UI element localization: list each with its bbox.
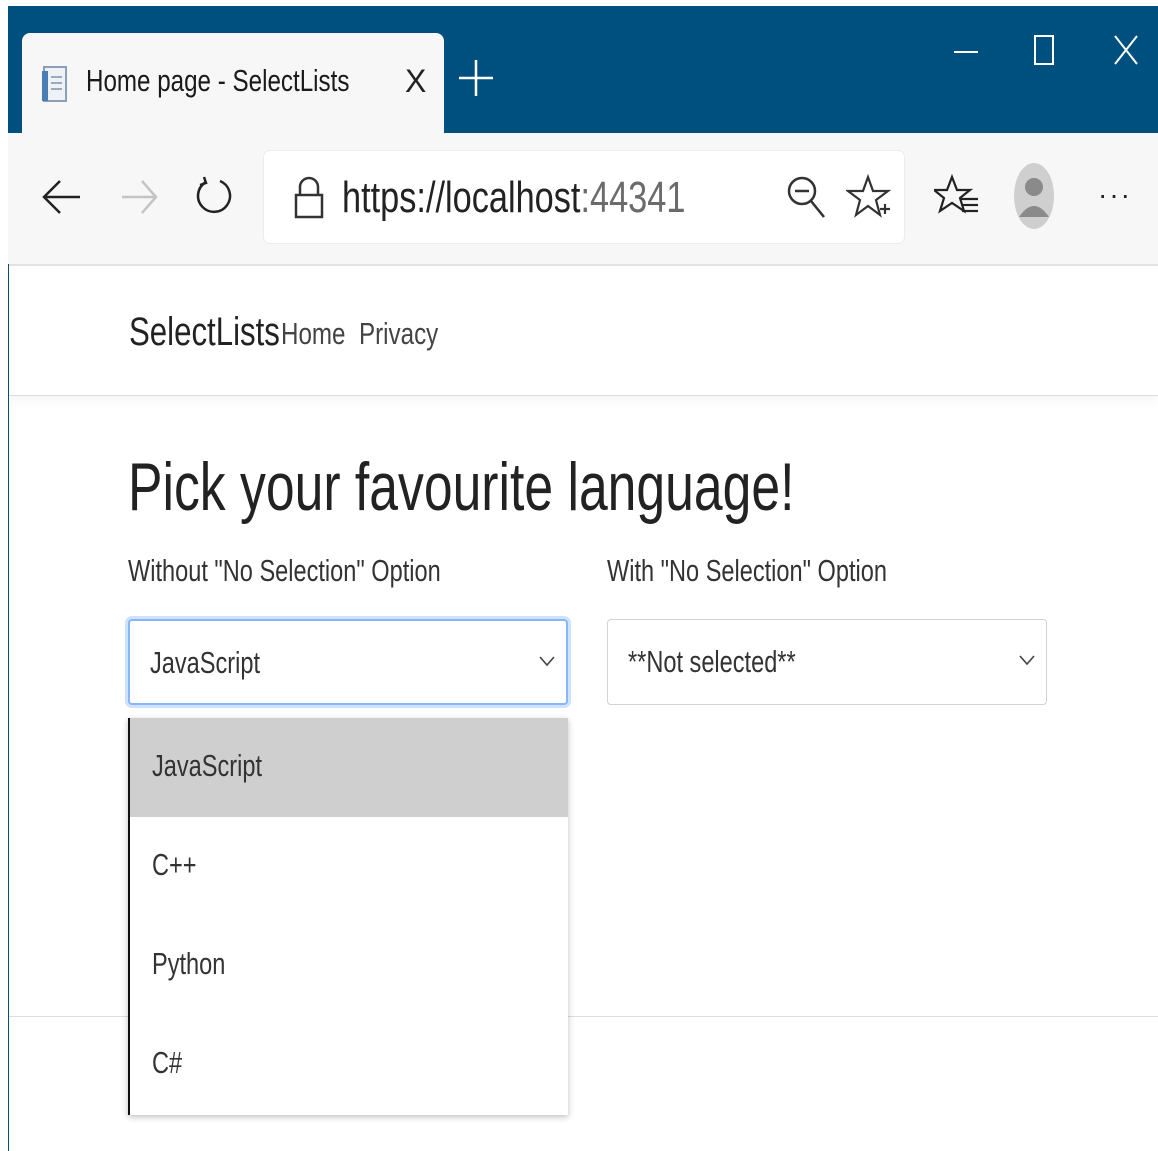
add-favorite-icon[interactable] [846, 173, 892, 221]
favorites-icon[interactable] [934, 173, 982, 221]
document-icon [42, 66, 67, 102]
option-label: Python [152, 946, 226, 981]
refresh-icon[interactable] [190, 173, 238, 221]
select-value: JavaScript [150, 645, 260, 680]
close-icon[interactable] [1112, 30, 1140, 70]
language-dropdown-list: JavaScript C++ Python C# [128, 718, 568, 1115]
language-select-with-empty[interactable]: **Not selected** [607, 619, 1047, 705]
nav-link-home[interactable]: Home [281, 316, 346, 352]
select-value: **Not selected** [628, 644, 796, 679]
brand-link[interactable]: SelectLists [129, 310, 280, 355]
dropdown-option-csharp[interactable]: C# [130, 1015, 568, 1114]
browser-toolbar: https://localhost:44341 ··· [8, 133, 1158, 266]
more-icon[interactable]: ··· [1098, 179, 1132, 211]
window-border [8, 264, 9, 1151]
dropdown-option-cpp[interactable]: C++ [130, 817, 568, 916]
browser-tab[interactable]: Home page - SelectLists X [22, 33, 444, 133]
zoom-out-icon[interactable] [784, 173, 830, 221]
profile-avatar-icon[interactable] [1014, 163, 1054, 229]
forward-arrow-icon[interactable] [116, 173, 164, 221]
lock-icon[interactable] [286, 173, 332, 221]
language-select-without-empty[interactable]: JavaScript [128, 619, 568, 705]
tab-title: Home page - SelectLists [86, 63, 350, 98]
option-label: C++ [152, 847, 197, 882]
maximize-icon[interactable] [1033, 30, 1055, 70]
option-label: JavaScript [152, 748, 262, 783]
url-host: https://localhost [342, 173, 581, 222]
page-title: Pick your favourite language! [128, 449, 795, 525]
site-navbar: SelectLists Home Privacy [9, 266, 1158, 396]
url-text[interactable]: https://localhost:44341 [342, 173, 685, 223]
select-without-label: Without "No Selection" Option [128, 553, 441, 588]
address-bar[interactable]: https://localhost:44341 [264, 151, 904, 243]
option-label: C# [152, 1045, 183, 1080]
tab-close-button[interactable]: X [405, 63, 426, 100]
chevron-down-icon [539, 656, 555, 667]
nav-link-privacy[interactable]: Privacy [359, 316, 438, 352]
dropdown-option-python[interactable]: Python [130, 916, 568, 1015]
select-with-label: With "No Selection" Option [607, 553, 887, 588]
chevron-down-icon [1019, 655, 1035, 666]
url-port: :44341 [580, 173, 686, 222]
minimize-icon[interactable] [952, 30, 980, 70]
dropdown-option-javascript[interactable]: JavaScript [130, 718, 568, 817]
back-arrow-icon[interactable] [38, 173, 86, 221]
plus-icon[interactable] [456, 56, 496, 100]
